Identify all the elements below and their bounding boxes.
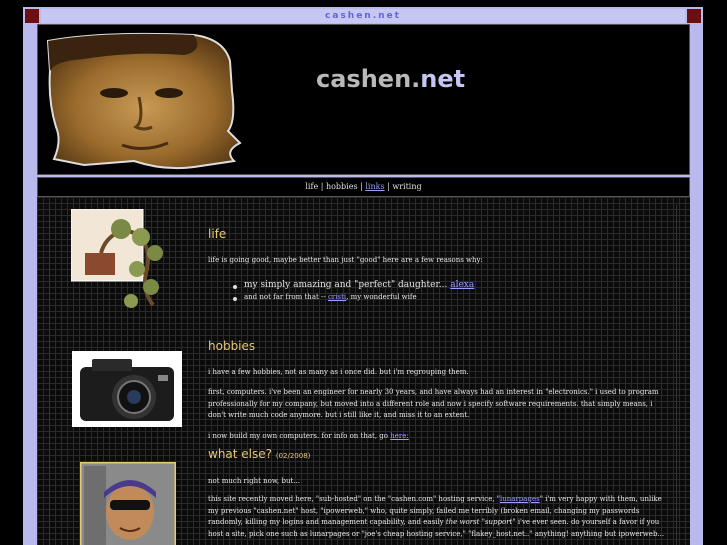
build-info-link[interactable]: here: xyxy=(390,432,409,440)
frame-corner-left xyxy=(25,9,39,23)
nav-item-writing: writing xyxy=(392,182,422,191)
bullet-icon xyxy=(233,297,237,301)
lunarpages-link[interactable]: lunarpages xyxy=(500,495,540,503)
portrait-image xyxy=(46,32,242,170)
whatelse-p2-a: this site recently moved here, "sub-host… xyxy=(208,495,501,503)
nav-item-hobbies: hobbies xyxy=(325,182,358,191)
bullet-icon xyxy=(233,285,237,289)
whatelse-date: (02/2008) xyxy=(275,452,311,460)
camera-image xyxy=(72,351,182,427)
avatar-image xyxy=(80,462,176,545)
hobbies-p1: i have a few hobbies, not as many as i o… xyxy=(208,368,469,376)
alexa-link[interactable]: alexa xyxy=(450,280,474,290)
hobbies-p2: first, computers. i've been an engineer … xyxy=(208,388,659,419)
life-item-wife-suffix: , my wonderful wife xyxy=(346,293,417,301)
hobbies-p3-text: i now build my own computers. for info o… xyxy=(208,432,388,440)
life-item-wife: and not far from that -- cristi, my wond… xyxy=(244,293,417,301)
nav-bar: life | hobbies | links | writing xyxy=(37,177,690,197)
nav-item-life: life xyxy=(305,182,319,191)
bonsai-image xyxy=(71,209,163,308)
top-title-bar: cashen.net xyxy=(41,9,685,23)
site-header: cashen.net xyxy=(37,24,690,175)
whatelse-heading: what else? (02/2008) xyxy=(208,447,310,461)
site-title-part2: net xyxy=(420,65,466,93)
hobbies-heading: hobbies xyxy=(208,339,256,353)
life-item-daughter-text: my simply amazing and "perfect" daughter… xyxy=(244,280,448,290)
whatelse-title: what else? xyxy=(208,447,273,461)
whatelse-p1: not much right now, but... xyxy=(208,477,300,485)
frame-corner-right xyxy=(687,9,701,23)
life-intro: life is going good, maybe better than ju… xyxy=(208,256,483,264)
hobbies-p3: i now build my own computers. for info o… xyxy=(208,431,409,443)
life-item-wife-text: and not far from that -- xyxy=(244,293,326,301)
cristi-link[interactable]: cristi xyxy=(328,293,346,301)
nav-item-links[interactable]: links xyxy=(365,182,384,191)
whatelse-p2: this site recently moved here, "sub-host… xyxy=(208,494,674,540)
nav-separator: | xyxy=(318,182,326,191)
life-item-daughter: my simply amazing and "perfect" daughter… xyxy=(244,280,474,290)
site-title-part1: cashen. xyxy=(316,65,421,93)
whatelse-p2-em: the worst "support" xyxy=(445,518,516,526)
site-title: cashen.net xyxy=(316,65,465,93)
main-content: life life is going good, maybe better th… xyxy=(37,197,690,545)
life-heading: life xyxy=(208,227,227,241)
